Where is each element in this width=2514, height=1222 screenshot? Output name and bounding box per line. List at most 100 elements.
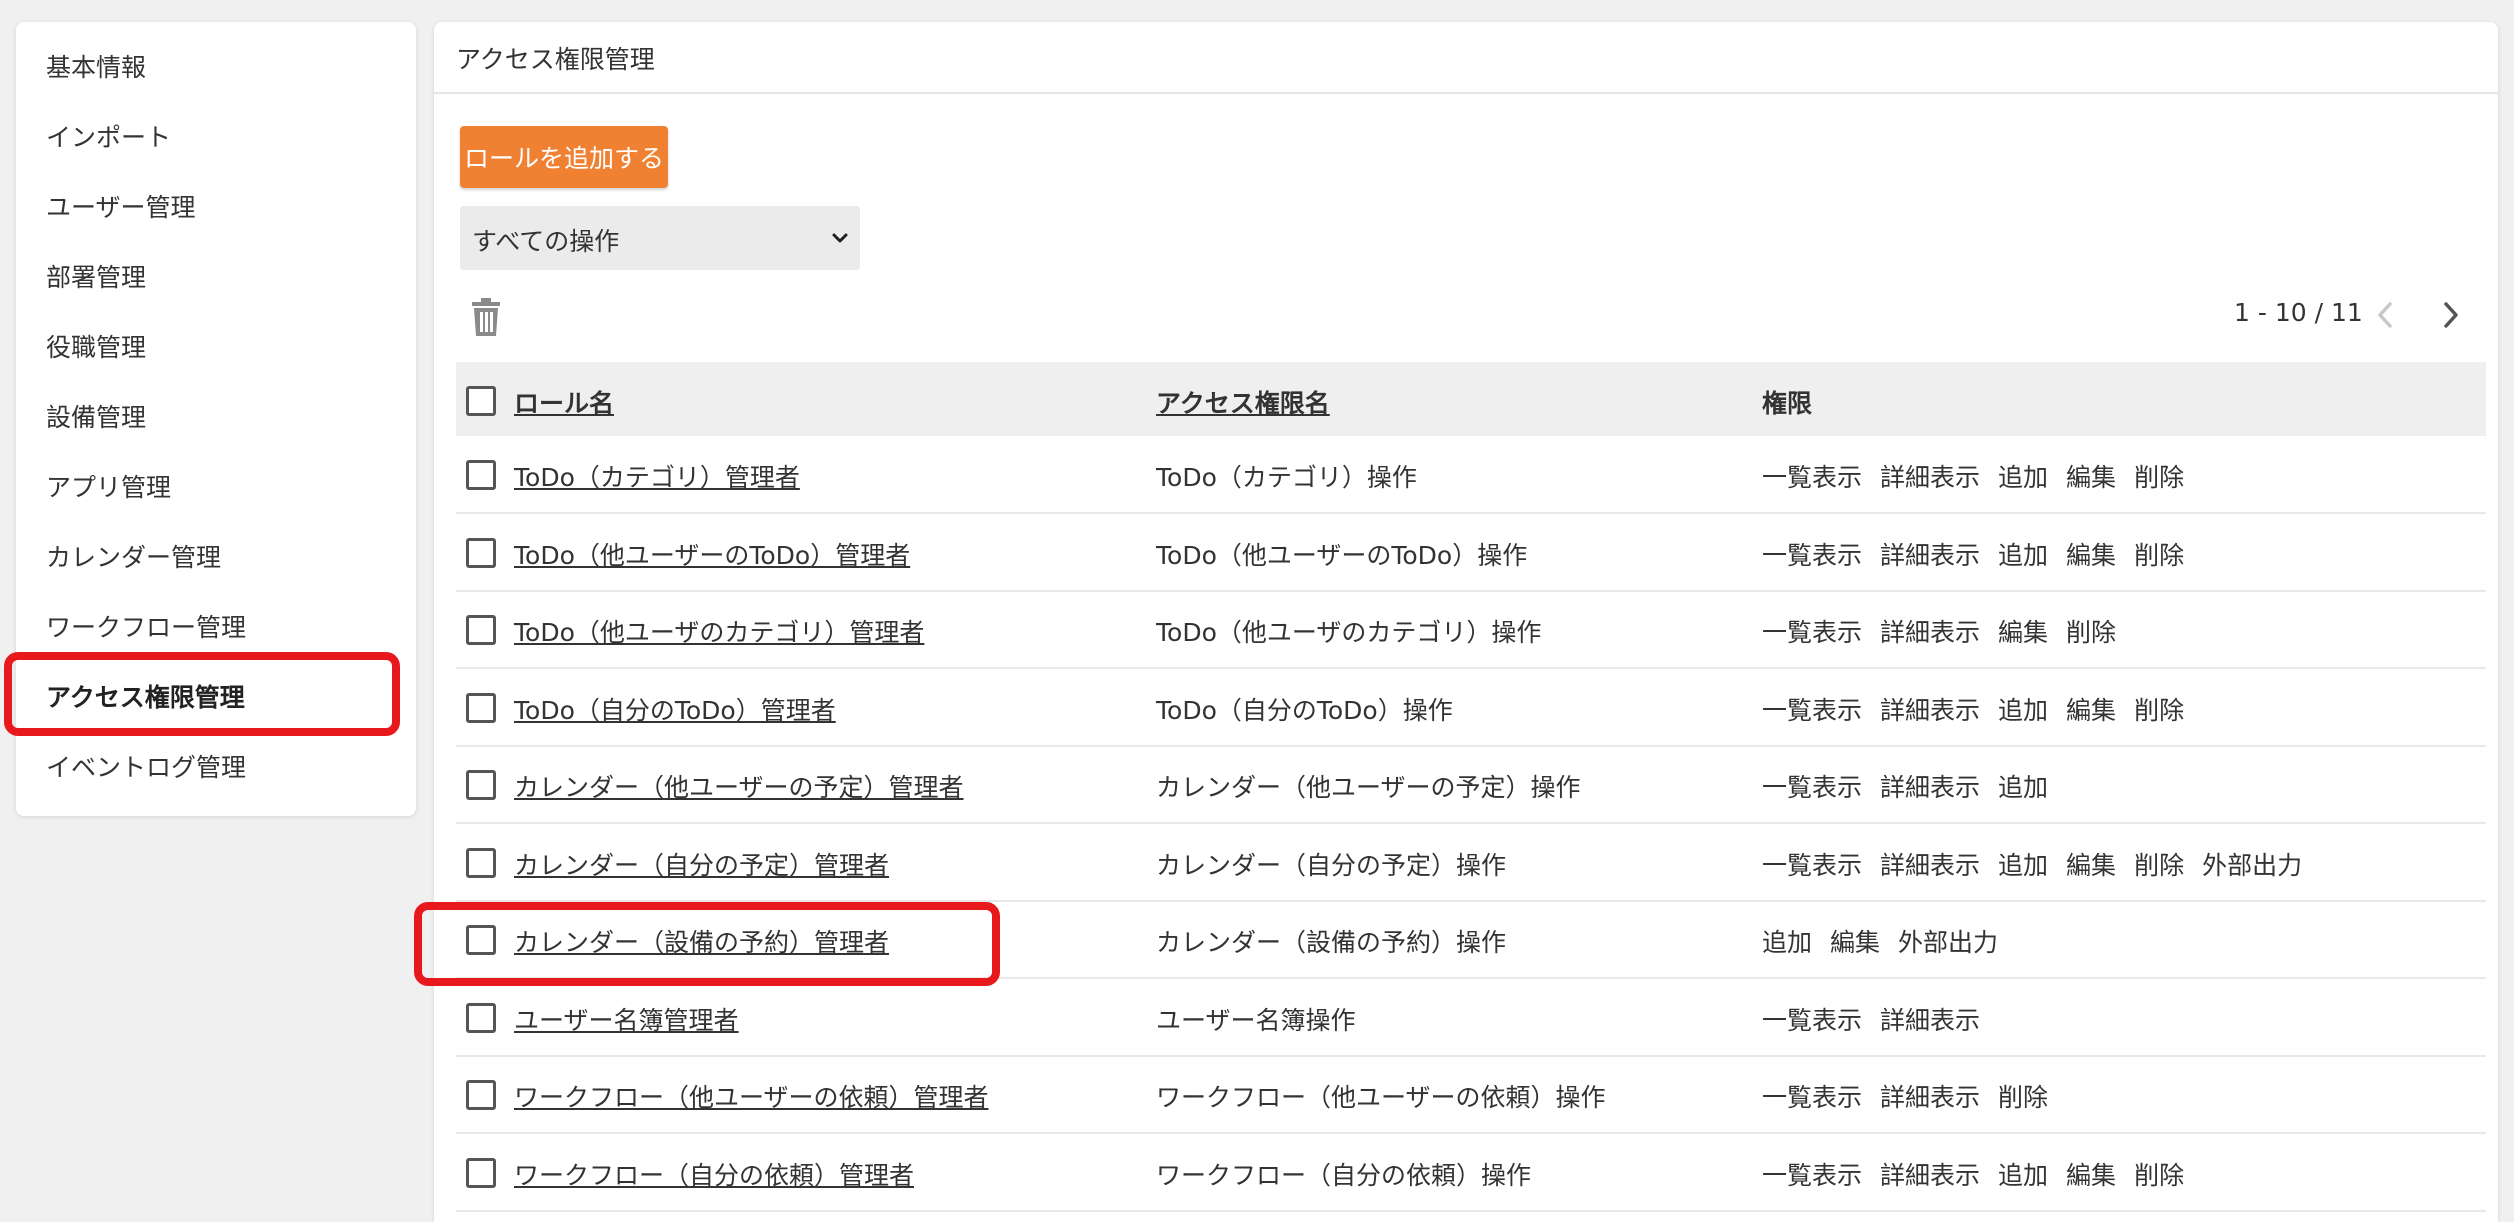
operation-filter-select[interactable]: すべての操作 — [460, 206, 860, 270]
permission-tag: 追加 — [1998, 1160, 2049, 1190]
row-checkbox[interactable] — [466, 770, 496, 800]
sidebar-item[interactable]: ユーザー管理 — [46, 190, 196, 226]
role-name-link[interactable]: ToDo（自分のToDo）管理者 — [514, 691, 836, 727]
permission-list: 追加 編集 外部出力 — [1762, 923, 2016, 959]
permission-list: 一覧表示 詳細表示 削除 — [1762, 1078, 2066, 1114]
permission-tag: 詳細表示 — [1880, 1160, 1981, 1190]
operation-filter-value: すべての操作 — [472, 227, 620, 256]
permission-list: 一覧表示 詳細表示 — [1762, 1001, 1998, 1037]
sidebar-item[interactable]: イベントログ管理 — [46, 750, 246, 786]
permission-list: 一覧表示 詳細表示 追加 — [1762, 768, 2066, 804]
access-name: カレンダー（設備の予約）操作 — [1156, 928, 1507, 957]
table-row: カレンダー（他ユーザーの予定）管理者 カレンダー（他ユーザーの予定）操作 一覧表示詳… — [456, 746, 2486, 824]
role-name-link[interactable]: ToDo（カテゴリ）管理者 — [514, 458, 800, 494]
permission-tag: 一覧表示 — [1762, 850, 1863, 880]
access-name: ユーザー名簿操作 — [1156, 1005, 1356, 1035]
trash-icon[interactable] — [470, 298, 502, 336]
permission-tag: 削除 — [2134, 1160, 2185, 1190]
main-panel: アクセス権限管理 ロールを追加する すべての操作 1 - 10 / 11 ロール… — [434, 22, 2498, 1222]
table-row: ワークフロー（自分の依頼）管理者 ワークフロー（自分の依頼）操作 一覧表示 詳細表示追… — [456, 1134, 2486, 1212]
permission-tag: 追加 — [1762, 928, 1813, 957]
row-checkbox[interactable] — [466, 925, 496, 955]
column-header-access[interactable]: アクセス権限名 — [1156, 384, 1330, 420]
row-checkbox[interactable] — [466, 692, 496, 723]
column-header-permission: 権限 — [1762, 389, 1813, 418]
row-checkbox[interactable] — [466, 1080, 496, 1110]
table-row: ToDo（他ユーザーのToDo）管理者 ToDo（他ユーザーのToDo）操作 一覧表… — [456, 514, 2486, 592]
permission-list: 一覧表示 詳細表示 追加 編集 削除 — [1762, 536, 2202, 572]
table-header: ロール名 アクセス権限名 権限 — [456, 362, 2486, 436]
pagination-info: 1 - 10 / 11 — [2234, 298, 2363, 327]
permission-list: 一覧表示 詳細表示 追加 編集 削除 — [1762, 1156, 2202, 1192]
access-name: ワークフロー（他ユーザーの依頼）操作 — [1156, 1083, 1606, 1112]
permission-tag: 一覧表示 — [1762, 1005, 1863, 1035]
role-name-link[interactable]: ToDo（他ユーザのカテゴリ）管理者 — [514, 613, 924, 649]
permission-tag: 一覧表示 — [1762, 1160, 1863, 1190]
table-row: ユーザー名簿管理者 ユーザー名簿操作 一覧表示 詳細表示 — [456, 979, 2486, 1057]
permission-tag: 一覧表示 — [1762, 463, 1863, 492]
permission-tag: 追加 — [1998, 540, 2049, 570]
permission-tag: 編集 — [2066, 540, 2117, 570]
role-name-link[interactable]: ユーザー名簿管理者 — [514, 1001, 739, 1037]
sidebar-item[interactable]: カレンダー管理 — [46, 540, 221, 576]
table-row: ToDo（自分のToDo）管理者 ToDo（自分のToDo）操作 一覧表示 詳細表示追… — [456, 669, 2486, 747]
permission-tag: 詳細表示 — [1880, 1083, 1981, 1112]
permission-tag: 詳細表示 — [1880, 695, 1981, 725]
role-name-link[interactable]: カレンダー（設備の予約）管理者 — [514, 923, 889, 959]
permission-tag: 追加 — [1998, 695, 2049, 725]
permission-tag: 削除 — [2066, 618, 2117, 647]
table-row: カレンダー（設備の予約）管理者 カレンダー（設備の予約）操作 追加 編集 外部出力 — [456, 901, 2486, 979]
sidebar-item[interactable]: 部署管理 — [46, 260, 146, 296]
permission-tag: 詳細表示 — [1880, 773, 1981, 802]
sidebar-item[interactable]: ワークフロー管理 — [46, 610, 246, 646]
permission-tag: 一覧表示 — [1762, 695, 1863, 725]
main-header: アクセス権限管理 — [434, 22, 2498, 94]
permission-list: 一覧表示 詳細表示 編集 削除 — [1762, 613, 2134, 649]
permission-tag: 外部出力 — [1898, 928, 1999, 957]
access-name: カレンダー（自分の予定）操作 — [1156, 850, 1507, 880]
row-checkbox[interactable] — [466, 460, 496, 490]
sidebar-item[interactable]: アプリ管理 — [46, 470, 171, 506]
row-checkbox[interactable] — [466, 1002, 496, 1033]
sidebar-item[interactable]: 設備管理 — [46, 400, 146, 436]
permission-tag: 削除 — [2134, 695, 2185, 725]
chevron-right-icon[interactable] — [2438, 300, 2462, 330]
chevron-left-icon[interactable] — [2374, 300, 2398, 330]
sidebar-item[interactable]: 役職管理 — [46, 330, 146, 366]
row-checkbox[interactable] — [466, 537, 496, 568]
permission-tag: 編集 — [2066, 850, 2117, 880]
role-name-link[interactable]: カレンダー（他ユーザーの予定）管理者 — [514, 768, 964, 804]
chevron-down-icon — [832, 233, 848, 243]
row-checkbox[interactable] — [466, 847, 496, 878]
add-role-button[interactable]: ロールを追加する — [460, 126, 668, 188]
permission-list: 一覧表示 詳細表示 追加 編集 削除 — [1762, 691, 2202, 727]
permission-tag: 編集 — [2066, 695, 2117, 725]
sidebar-item[interactable]: 基本情報 — [46, 50, 146, 86]
permission-tag: 削除 — [2134, 850, 2185, 880]
permission-tag: 一覧表示 — [1762, 1083, 1863, 1112]
permission-tag: 詳細表示 — [1880, 540, 1981, 570]
permission-tag: 詳細表示 — [1880, 463, 1981, 492]
permission-tag: 詳細表示 — [1880, 1005, 1981, 1035]
role-name-link[interactable]: カレンダー（自分の予定）管理者 — [514, 846, 889, 882]
access-name: ToDo（カテゴリ）操作 — [1156, 463, 1417, 492]
access-name: ToDo（自分のToDo）操作 — [1156, 695, 1453, 725]
role-name-link[interactable]: ToDo（他ユーザーのToDo）管理者 — [514, 536, 910, 572]
access-name: ToDo（他ユーザのカテゴリ）操作 — [1156, 618, 1542, 647]
permission-tag: 詳細表示 — [1880, 618, 1981, 647]
permission-tag: 削除 — [2134, 463, 2185, 492]
row-checkbox[interactable] — [466, 615, 496, 645]
table-row: ワークフロー（他ユーザーの依頼）管理者 ワークフロー（他ユーザーの依頼）操作 一覧表… — [456, 1056, 2486, 1134]
permission-tag: 一覧表示 — [1762, 773, 1863, 802]
select-all-checkbox[interactable] — [466, 386, 496, 416]
role-name-link[interactable]: ワークフロー（自分の依頼）管理者 — [514, 1156, 914, 1192]
role-name-link[interactable]: ワークフロー（他ユーザーの依頼）管理者 — [514, 1078, 989, 1114]
row-checkbox[interactable] — [466, 1157, 496, 1188]
permission-tag: 追加 — [1998, 850, 2049, 880]
table-row: ToDo（他ユーザのカテゴリ）管理者 ToDo（他ユーザのカテゴリ）操作 一覧表示詳… — [456, 591, 2486, 669]
column-header-role[interactable]: ロール名 — [514, 384, 614, 420]
permission-tag: 編集 — [2066, 463, 2117, 492]
sidebar: 基本情報インポートユーザー管理 部署管理役職管理設備管理アプリ管理カレンダー管理ワ… — [16, 22, 416, 816]
sidebar-item[interactable]: アクセス権限管理 — [46, 680, 245, 716]
sidebar-item[interactable]: インポート — [46, 120, 171, 156]
